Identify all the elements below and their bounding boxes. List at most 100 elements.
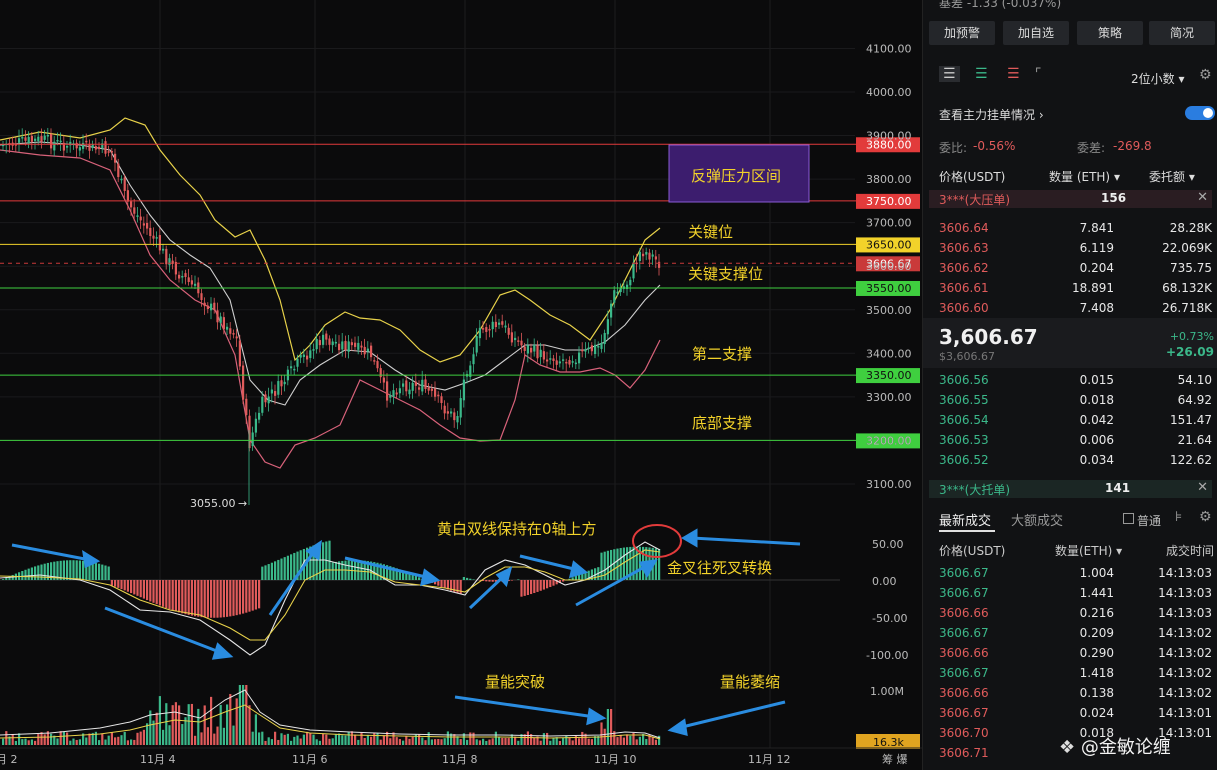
add-watchlist-button[interactable]: 加自选: [1003, 21, 1069, 45]
tab-latest-trades[interactable]: 最新成交: [939, 510, 991, 529]
ask-banner-close-icon[interactable]: ✕: [1197, 190, 1208, 205]
decimal-select[interactable]: 2位小数 ▾: [1131, 70, 1184, 87]
trade-settings-icon[interactable]: ⚙: [1199, 509, 1212, 525]
macd-bar: [187, 580, 190, 615]
strategy-button[interactable]: 策略: [1077, 21, 1143, 45]
volume-bar: [402, 740, 405, 745]
candle-body: [373, 360, 376, 362]
bid-banner[interactable]: 3***(大托单) 141 ✕: [929, 480, 1212, 498]
macd-bar: [440, 580, 443, 588]
candle-body: [280, 380, 283, 387]
price-chart[interactable]: 3880.003750.003650.003606.673550.003350.…: [0, 0, 922, 770]
candle-body: [360, 345, 363, 348]
ask-row[interactable]: 3606.60 7.408 26.718K: [923, 298, 1217, 318]
macd-bar: [264, 565, 267, 580]
col-qty[interactable]: 数量 (ETH) ▾: [1049, 168, 1120, 185]
candle-body: [318, 340, 321, 346]
candle-body: [437, 394, 440, 397]
ask-banner[interactable]: 3***(大压单) 156 ✕: [929, 190, 1212, 208]
candle-body: [392, 390, 395, 397]
volume-bar: [146, 723, 149, 745]
candle-body: [162, 248, 165, 251]
layout-bids-icon[interactable]: ☰: [975, 66, 988, 82]
candle-body: [472, 354, 475, 365]
macd-bar: [104, 565, 107, 580]
volume-bar: [453, 734, 456, 745]
macd-bar: [635, 546, 638, 580]
trade-row[interactable]: 3606.67 0.209 14:13:02: [923, 623, 1217, 643]
col-total[interactable]: 委托额 ▾: [1149, 168, 1195, 185]
row-value: 122.62: [1170, 453, 1212, 467]
volume-bar: [587, 738, 590, 745]
vol-current-value: 16.3k: [873, 736, 904, 749]
volume-bar: [590, 739, 593, 745]
candle-body: [446, 411, 449, 414]
trade-row[interactable]: 3606.66 0.216 14:13:03: [923, 603, 1217, 623]
bid-row[interactable]: 3606.53 0.006 21.64: [923, 430, 1217, 450]
volume-bar: [264, 740, 267, 745]
volume-bar: [526, 731, 529, 745]
main-orders-link[interactable]: 查看主力挂单情况 ›: [939, 106, 1044, 123]
candle-body: [370, 345, 373, 358]
trade-row[interactable]: 3606.67 1.441 14:13:03: [923, 583, 1217, 603]
macd-bar: [286, 555, 289, 580]
volume-bar: [539, 740, 542, 745]
tab-big-trades[interactable]: 大额成交: [1011, 510, 1063, 529]
add-alert-button[interactable]: 加预警: [929, 21, 995, 45]
fullscreen-icon[interactable]: ⌜: [1035, 66, 1042, 82]
candle-body: [606, 319, 609, 335]
main-orders-toggle[interactable]: [1185, 106, 1215, 120]
macd-bar: [123, 580, 126, 591]
bid-row[interactable]: 3606.52 0.034 122.62: [923, 450, 1217, 470]
candle-body: [574, 362, 577, 365]
candle-body: [347, 341, 350, 352]
bid-row[interactable]: 3606.55 0.018 64.92: [923, 390, 1217, 410]
volume-bar: [517, 740, 520, 745]
volume-bar: [341, 735, 344, 745]
candle-body: [309, 350, 312, 358]
candle-body: [78, 147, 81, 151]
volume-bar: [475, 739, 478, 745]
price-axis-label: 3300.00: [866, 391, 912, 404]
trade-row[interactable]: 3606.66 0.138 14:13:02: [923, 683, 1217, 703]
summary-button[interactable]: 简况: [1149, 21, 1215, 45]
macd-bar: [491, 580, 494, 582]
volume-bar: [229, 693, 232, 745]
trade-row[interactable]: 3606.67 1.418 14:13:02: [923, 663, 1217, 683]
ask-row[interactable]: 3606.61 18.891 68.132K: [923, 278, 1217, 298]
ask-row[interactable]: 3606.64 7.841 28.28K: [923, 218, 1217, 238]
trade-row[interactable]: 3606.67 1.004 14:13:03: [923, 563, 1217, 583]
layout-asks-icon[interactable]: ☰: [1007, 66, 1020, 82]
layout-both-icon[interactable]: ☰: [939, 66, 960, 82]
trade-row[interactable]: 3606.66 0.290 14:13:02: [923, 643, 1217, 663]
macd-bar: [40, 564, 43, 580]
filter-icon[interactable]: ⊧: [1175, 509, 1182, 525]
volume-bar: [446, 731, 449, 745]
volume-bar: [562, 737, 565, 745]
volume-bar: [626, 734, 629, 745]
settings-icon[interactable]: ⚙: [1199, 67, 1212, 83]
ask-row[interactable]: 3606.62 0.204 735.75: [923, 258, 1217, 278]
bid-banner-close-icon[interactable]: ✕: [1197, 480, 1208, 495]
macd-bar: [27, 568, 30, 580]
row-price: 3606.71: [939, 746, 989, 760]
change-absolute: +26.09: [1165, 345, 1214, 359]
bid-banner-value: 141: [1105, 481, 1131, 495]
main-orders-label: 查看主力挂单情况: [939, 108, 1036, 122]
trade-row[interactable]: 3606.67 0.024 14:13:01: [923, 703, 1217, 723]
bid-row[interactable]: 3606.54 0.042 151.47: [923, 410, 1217, 430]
volume-bar: [408, 738, 411, 745]
ask-row[interactable]: 3606.63 6.119 22.069K: [923, 238, 1217, 258]
candle-body: [299, 355, 302, 358]
volume-ma-yellow: [0, 704, 661, 740]
bottom-support-label: 底部支撑: [692, 414, 752, 432]
normal-checkbox[interactable]: [1123, 513, 1134, 524]
level-tag-label: 3650.00: [866, 238, 912, 251]
volume-bar: [171, 705, 174, 745]
volume-bar: [395, 737, 398, 745]
row-value: 64.92: [1177, 393, 1212, 407]
trade-col-qty[interactable]: 数量(ETH) ▾: [1055, 542, 1122, 559]
bid-row[interactable]: 3606.56 0.015 54.10: [923, 370, 1217, 390]
chart-panel[interactable]: 3880.00 3750.00 3650.00 3606.67 3550.00 3350.…: [0, 0, 922, 770]
macd-bar: [606, 550, 609, 580]
